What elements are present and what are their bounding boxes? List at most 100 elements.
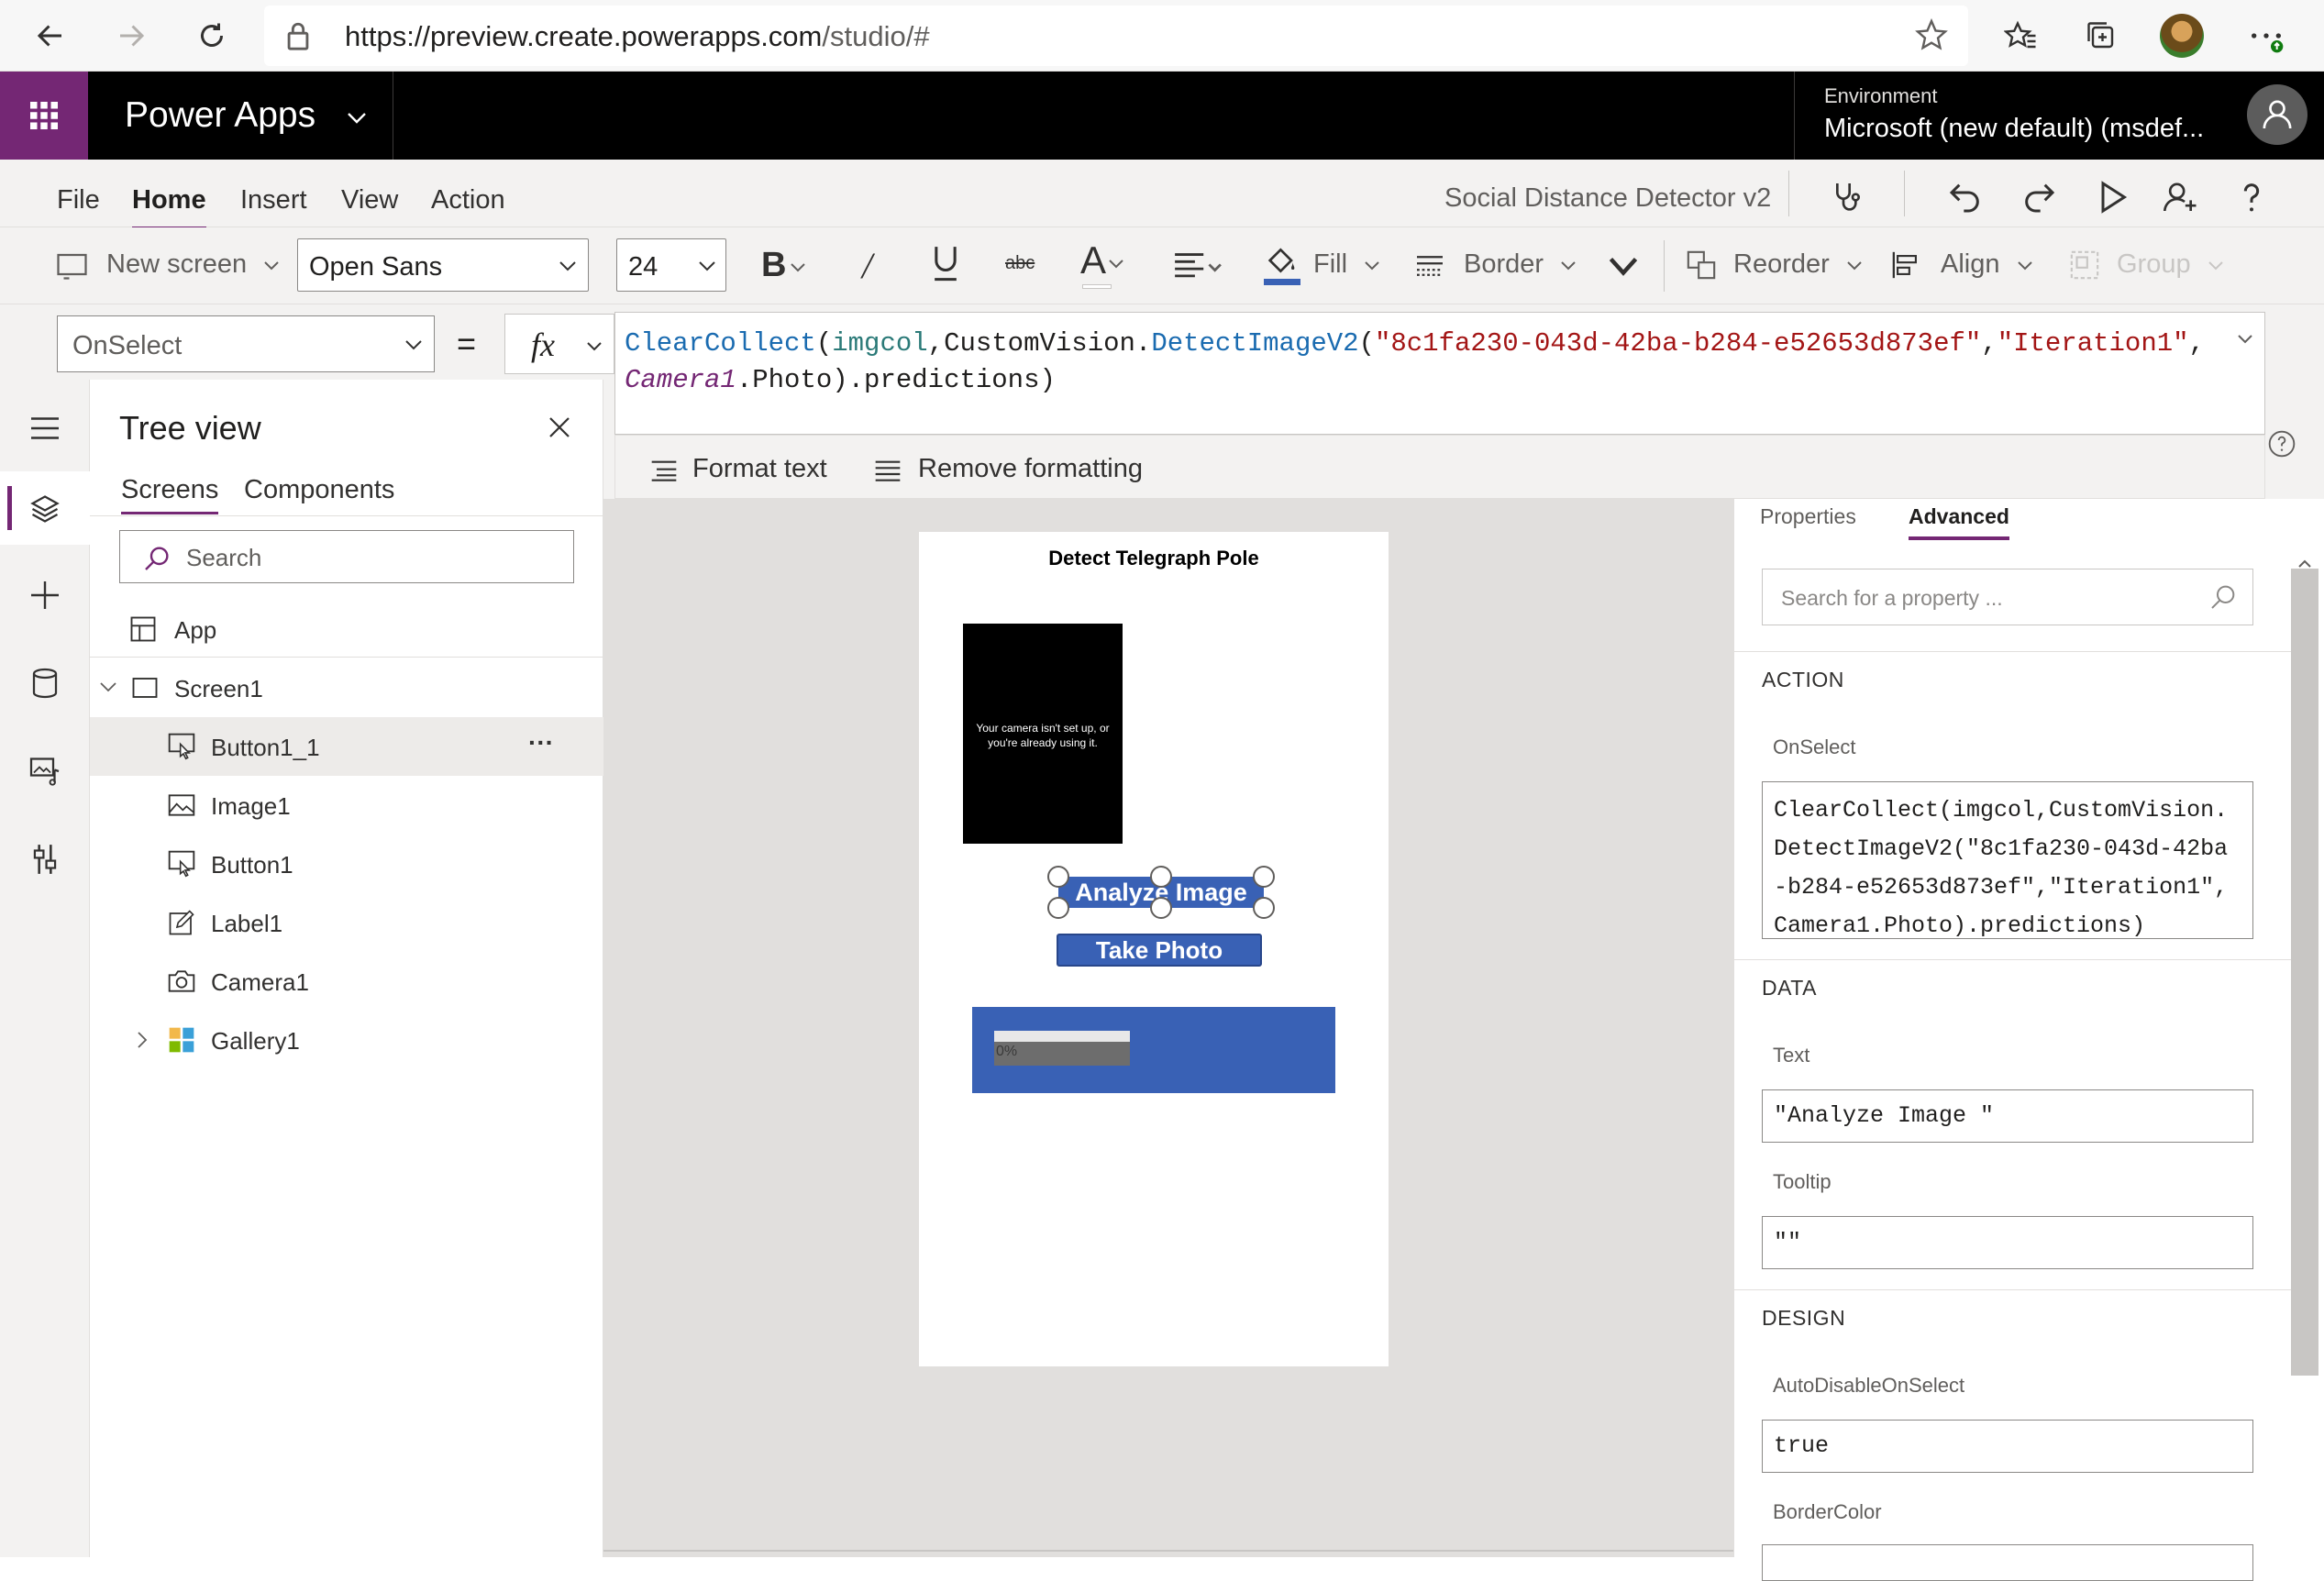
chevron-down-icon[interactable]: [99, 680, 117, 693]
user-account-icon[interactable]: [2247, 84, 2307, 145]
take-photo-button[interactable]: Take Photo: [1057, 934, 1262, 967]
close-icon[interactable]: [539, 407, 580, 448]
bordercolor-field[interactable]: [1762, 1544, 2253, 1581]
reorder-button[interactable]: Reorder: [1733, 249, 1863, 280]
tab-insert[interactable]: Insert: [240, 185, 307, 216]
button-control-icon: [167, 849, 196, 879]
tree-item-camera1[interactable]: Camera1: [90, 952, 603, 1011]
autodisable-field[interactable]: true: [1762, 1420, 2253, 1473]
resize-handle[interactable]: [1150, 866, 1172, 888]
app-checker-icon[interactable]: [1823, 172, 1873, 222]
chevron-down-icon: [1365, 261, 1379, 271]
address-bar[interactable]: https://preview.create.powerapps.com/stu…: [264, 6, 1968, 66]
formula-input[interactable]: ClearCollect(imgcol,CustomVision.DetectI…: [614, 312, 2265, 435]
format-text-button[interactable]: Format text: [692, 454, 827, 484]
tree-item-label1[interactable]: Label1: [90, 893, 603, 952]
tree-item-app[interactable]: App: [90, 600, 603, 658]
underline-button[interactable]: [930, 242, 961, 282]
group-icon: [2069, 249, 2100, 281]
tree-item-label: Label1: [211, 910, 283, 937]
design-canvas[interactable]: Detect Telegraph Pole Your camera isn't …: [603, 499, 1733, 1557]
resize-handle[interactable]: [1150, 897, 1172, 919]
app-name[interactable]: Power Apps: [125, 95, 368, 136]
favorites-icon[interactable]: [1998, 13, 2043, 59]
tab-file[interactable]: File: [57, 185, 100, 216]
tab-home[interactable]: Home: [132, 185, 206, 230]
resize-handle[interactable]: [1253, 897, 1275, 919]
tooltip-field[interactable]: "": [1762, 1216, 2253, 1269]
advanced-tools-icon[interactable]: [22, 836, 68, 882]
font-size-select[interactable]: 24: [616, 238, 726, 292]
border-button[interactable]: Border: [1464, 249, 1577, 280]
tree-view-layers-icon[interactable]: [22, 486, 68, 532]
tab-components[interactable]: Components: [244, 475, 394, 505]
resize-handle[interactable]: [1253, 866, 1275, 888]
button-control-icon: [167, 732, 196, 761]
camera-control[interactable]: Your camera isn't set up, or you're alre…: [963, 624, 1123, 844]
tab-action[interactable]: Action: [431, 185, 505, 216]
refresh-icon[interactable]: [189, 13, 235, 59]
chevron-down-icon: [559, 261, 576, 271]
font-family-select[interactable]: Open Sans: [297, 238, 589, 292]
formula-help-icon[interactable]: [2267, 429, 2296, 459]
property-search-input[interactable]: Search for a property ...: [1762, 569, 2253, 625]
preview-play-icon[interactable]: [2087, 172, 2137, 222]
tree-item-button1-1[interactable]: Button1_1 ···: [90, 717, 603, 776]
collections-icon[interactable]: [2078, 13, 2124, 59]
tree-item-gallery1[interactable]: Gallery1: [90, 1011, 603, 1069]
tab-screens[interactable]: Screens: [121, 475, 219, 514]
group-button[interactable]: Group: [2117, 249, 2224, 280]
gallery-control[interactable]: 0%: [972, 1007, 1335, 1093]
tree-search-input[interactable]: Search: [119, 530, 574, 583]
profile-avatar[interactable]: [2159, 13, 2205, 59]
chevron-down-icon: [405, 340, 422, 350]
expand-more-icon[interactable]: [1607, 249, 1640, 282]
resize-handle[interactable]: [1047, 866, 1069, 888]
more-icon[interactable]: [2243, 13, 2289, 59]
forward-icon[interactable]: [108, 13, 154, 59]
help-icon[interactable]: [2227, 172, 2276, 222]
media-icon[interactable]: [22, 748, 68, 794]
tree-item-image1[interactable]: Image1: [90, 776, 603, 835]
expand-formula-icon[interactable]: [2237, 333, 2253, 344]
hamburger-menu-icon[interactable]: [22, 405, 68, 451]
chevron-right-icon[interactable]: [136, 1031, 149, 1049]
tree-item-button1[interactable]: Button1: [90, 835, 603, 893]
tree-view-title: Tree view: [119, 409, 261, 447]
font-color-button[interactable]: A: [1080, 238, 1124, 282]
autodisable-label: AutoDisableOnSelect: [1773, 1374, 1965, 1397]
favorite-star-icon[interactable]: [1915, 18, 1948, 51]
screen-title-label[interactable]: Detect Telegraph Pole: [919, 547, 1389, 570]
tree-item-label: Button1: [211, 851, 293, 879]
data-database-icon[interactable]: [22, 660, 68, 706]
tab-advanced[interactable]: Advanced: [1909, 504, 2009, 540]
undo-icon[interactable]: [1941, 172, 1990, 222]
back-icon[interactable]: [28, 13, 73, 59]
redo-icon[interactable]: [2014, 172, 2064, 222]
remove-formatting-button[interactable]: Remove formatting: [918, 454, 1143, 484]
environment-picker[interactable]: Environment Microsoft (new default) (msd…: [1794, 72, 2232, 160]
properties-scrollbar[interactable]: [2291, 569, 2318, 1376]
equals-sign: =: [457, 325, 477, 362]
bold-button[interactable]: B: [761, 246, 806, 285]
tab-view[interactable]: View: [341, 185, 398, 216]
more-options-icon[interactable]: ···: [528, 728, 554, 757]
new-screen-button[interactable]: New screen: [106, 249, 280, 280]
italic-button[interactable]: /: [862, 244, 872, 287]
resize-handle[interactable]: [1047, 897, 1069, 919]
tab-properties[interactable]: Properties: [1760, 504, 1856, 529]
onselect-field[interactable]: ClearCollect(imgcol,CustomVision.DetectI…: [1762, 781, 2253, 939]
property-select[interactable]: OnSelect: [57, 315, 435, 372]
app-screen[interactable]: Detect Telegraph Pole Your camera isn't …: [919, 532, 1389, 1366]
strikethrough-button[interactable]: abc: [1005, 253, 1035, 274]
share-user-icon[interactable]: [2155, 172, 2205, 222]
fill-button[interactable]: Fill: [1313, 249, 1380, 280]
fx-button[interactable]: fx: [504, 314, 614, 374]
align-button[interactable]: Align: [1941, 249, 2033, 280]
text-align-button[interactable]: [1172, 249, 1223, 282]
text-field[interactable]: "Analyze Image ": [1762, 1089, 2253, 1143]
insert-plus-icon[interactable]: [22, 572, 68, 618]
waffle-icon[interactable]: [0, 72, 88, 160]
tree-item-screen1[interactable]: Screen1: [90, 658, 603, 717]
image-control-icon: [167, 790, 196, 820]
